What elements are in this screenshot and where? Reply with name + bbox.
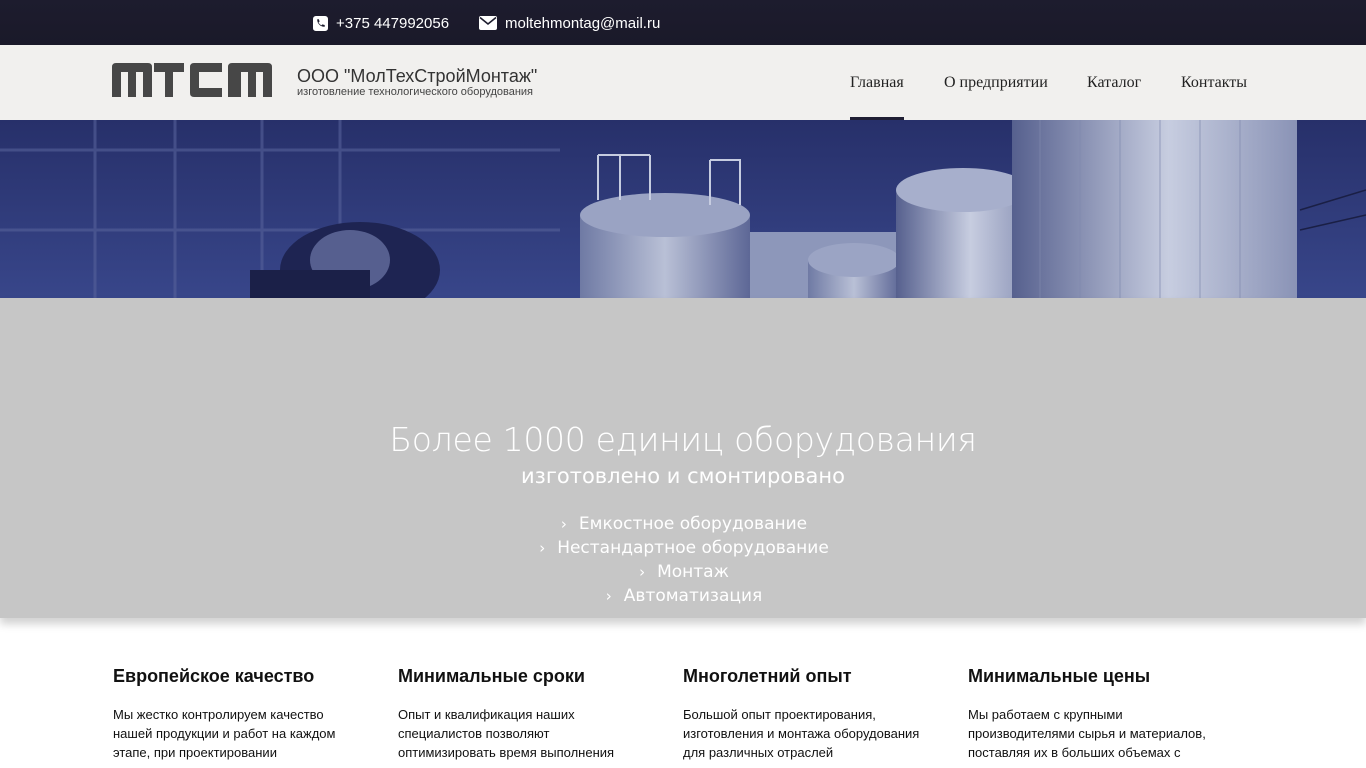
feature-text: Большой опыт проектирования, изготовлени… [683, 707, 920, 768]
feature-title: Европейское качество [113, 666, 315, 686]
feature-text: Мы жестко контролируем качество нашей пр… [113, 707, 336, 768]
feature-title: Многолетний опыт [683, 666, 852, 686]
chevron-right-icon: › [639, 563, 646, 581]
chevron-right-icon: › [605, 587, 612, 605]
slide-link-installation[interactable]: › Монтаж [0, 560, 1366, 584]
envelope-icon [479, 16, 497, 30]
chevron-right-icon: › [539, 539, 546, 557]
slide-subheadline: изготовлено и смонтировано [521, 464, 845, 488]
feature-title: Минимальные сроки [398, 666, 585, 686]
company-name: ООО "МолТехСтройМонтаж" [297, 66, 538, 86]
slide-link-automation[interactable]: › Автоматизация [0, 584, 1366, 608]
feature-experience: Многолетний опыт Большой опыт проектиров… [683, 666, 923, 768]
feature-text: Мы работаем с крупными производителями с… [968, 707, 1206, 768]
top-contact-bar: +375 447992056 moltehmontag@mail.ru [0, 0, 1366, 45]
slide-link-label: Нестандартное оборудование [557, 538, 829, 558]
hero-photo-illustration [0, 120, 1366, 298]
hero-slide: Более 1000 единиц оборудования изготовле… [0, 298, 1366, 618]
feature-title: Минимальные цены [968, 666, 1151, 686]
email-address[interactable]: moltehmontag@mail.ru [505, 15, 660, 32]
feature-european-quality: Европейское качество Мы жестко контролир… [113, 666, 353, 768]
feature-minimal-terms: Минимальные сроки Опыт и квалификация на… [398, 666, 638, 768]
feature-minimal-prices: Минимальные цены Мы работаем с крупными … [968, 666, 1208, 768]
company-logo[interactable] [112, 63, 274, 97]
nav-item-about[interactable]: О предприятии [944, 45, 1048, 120]
phone-number[interactable]: +375 447992056 [336, 15, 449, 32]
chevron-right-icon: › [560, 515, 567, 533]
phone-contact[interactable]: +375 447992056 [313, 13, 449, 33]
slide-links-list: › Емкостное оборудование › Нестандартное о… [0, 512, 1366, 608]
email-contact[interactable]: moltehmontag@mail.ru [479, 13, 660, 33]
feature-text: Опыт и квалификация наших специалистов п… [398, 707, 615, 768]
nav-item-catalog[interactable]: Каталог [1087, 45, 1141, 120]
slide-link-tank-equipment[interactable]: › Емкостное оборудование [0, 512, 1366, 536]
hero-banner-image [0, 120, 1366, 298]
slide-link-label: Автоматизация [623, 586, 763, 606]
slide-headline: Более 1000 единиц оборудования [389, 420, 977, 459]
phone-icon [313, 15, 328, 31]
nav-item-contacts[interactable]: Контакты [1181, 45, 1247, 120]
slide-link-custom-equipment[interactable]: › Нестандартное оборудование [0, 536, 1366, 560]
company-tagline: изготовление технологического оборудован… [297, 86, 534, 98]
nav-item-home[interactable]: Главная [850, 45, 904, 120]
slide-link-label: Монтаж [657, 562, 729, 582]
slide-link-label: Емкостное оборудование [578, 514, 808, 534]
site-header: ООО "МолТехСтройМонтаж" изготовление тех… [0, 45, 1366, 120]
